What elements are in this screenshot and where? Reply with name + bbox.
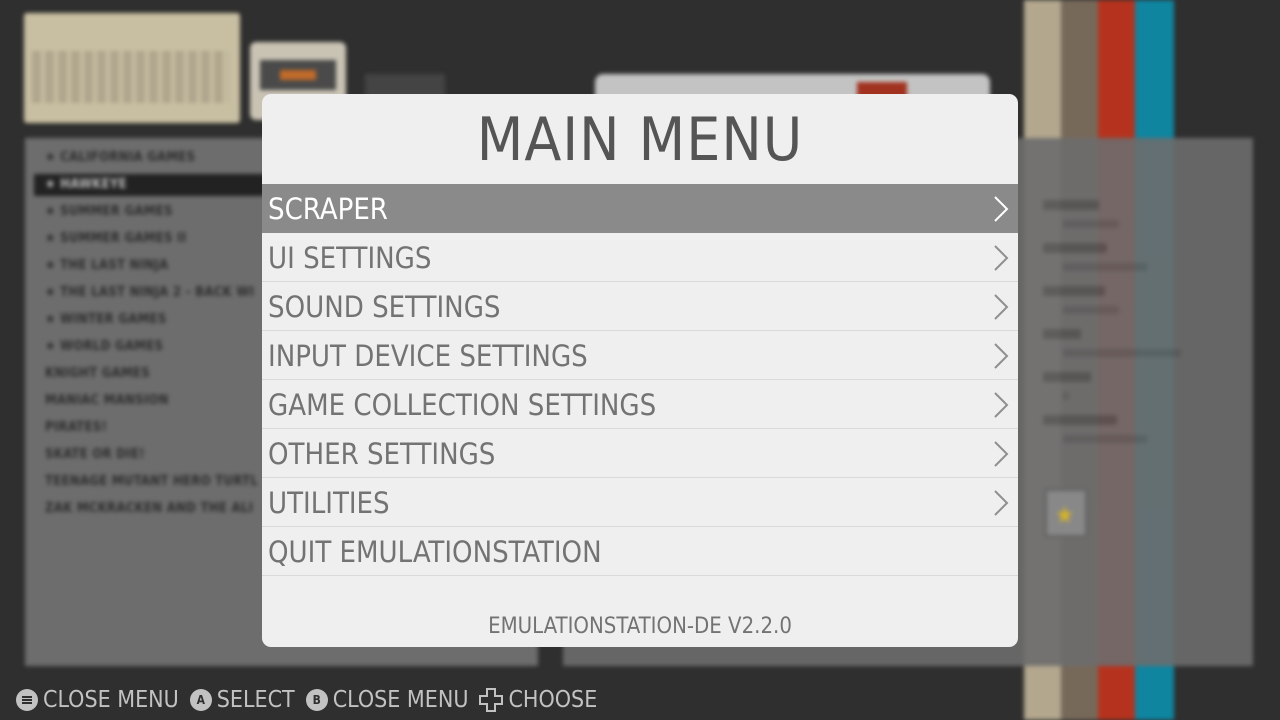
menu-title: MAIN MENU — [476, 105, 804, 175]
menu-item-sound-settings[interactable]: SOUND SETTINGS — [262, 282, 1018, 331]
gamelist-item: ★ WORLD GAMES — [45, 339, 164, 354]
gamelist-item: SKATE OR DIE! — [45, 447, 145, 462]
menu-item-label: UI SETTINGS — [268, 241, 432, 275]
menu-item-game-collection-settings[interactable]: GAME COLLECTION SETTINGS — [262, 380, 1018, 429]
chevron-right-icon — [994, 196, 1009, 222]
menu-item-label: INPUT DEVICE SETTINGS — [268, 339, 588, 373]
chevron-right-icon — [994, 392, 1009, 418]
menu-item-other-settings[interactable]: OTHER SETTINGS — [262, 429, 1018, 478]
chevron-right-icon — [994, 294, 1009, 320]
help-back: B CLOSE MENU — [305, 687, 469, 713]
gamelist-item: ★ CALIFORNIA GAMES — [45, 150, 196, 165]
help-label: CLOSE MENU — [332, 687, 469, 713]
help-close-menu: CLOSE MENU — [16, 687, 179, 713]
menu-item-label: SCRAPER — [268, 192, 388, 226]
gamelist-item: PIRATES! — [45, 420, 108, 435]
gamelist-item: ★ HAWKEYE — [34, 174, 294, 196]
menu-item-label: UTILITIES — [268, 486, 390, 520]
gamelist-item: MANIAC MANSION — [45, 393, 169, 408]
menu-item-label: SOUND SETTINGS — [268, 290, 501, 324]
a-button-icon: A — [189, 689, 212, 711]
menu-item-scraper[interactable]: SCRAPER — [262, 184, 1018, 233]
chevron-right-icon — [994, 343, 1009, 369]
menu-item-label: GAME COLLECTION SETTINGS — [268, 388, 657, 422]
gamelist-item: ★ SUMMER GAMES II — [45, 231, 187, 246]
help-label: SELECT — [216, 687, 295, 713]
gamelist-item: ★ SUMMER GAMES — [45, 204, 173, 219]
gamelist-item: ZAK MCKRACKEN AND THE ALI — [45, 501, 254, 516]
help-bar: CLOSE MENU A SELECT B CLOSE MENU CHOOSE — [16, 684, 608, 716]
gamelist-item: TEENAGE MUTANT HERO TURTL — [45, 474, 259, 489]
gamelist-item: ★ THE LAST NINJA 2 - BACK WI — [45, 285, 255, 300]
menu-item-label: OTHER SETTINGS — [268, 437, 496, 471]
help-label: CHOOSE — [508, 687, 598, 713]
menu-button-icon — [16, 689, 38, 711]
b-button-icon: B — [305, 689, 328, 711]
chevron-right-icon — [994, 490, 1009, 516]
dpad-icon — [479, 688, 504, 712]
menu-item-quit-emulationstation[interactable]: QUIT EMULATIONSTATION — [262, 527, 1018, 576]
c64-computer-image — [24, 13, 240, 123]
main-menu-dialog: MAIN MENU SCRAPER UI SETTINGS SOUND SETTIN… — [262, 94, 1018, 647]
version-label: EMULATIONSTATION-DE V2.2.0 — [488, 614, 792, 639]
menu-item-utilities[interactable]: UTILITIES — [262, 478, 1018, 527]
chevron-right-icon — [994, 441, 1009, 467]
menu-item-label: QUIT EMULATIONSTATION — [268, 535, 602, 569]
help-select: A SELECT — [189, 687, 295, 713]
menu-item-input-device-settings[interactable]: INPUT DEVICE SETTINGS — [262, 331, 1018, 380]
gamelist-item: ★ WINTER GAMES — [45, 312, 167, 327]
favorite-badge: ★ — [1044, 488, 1088, 538]
chevron-right-icon — [994, 245, 1009, 271]
gamelist-item: KNIGHT GAMES — [45, 366, 150, 381]
help-label: CLOSE MENU — [43, 687, 179, 713]
gamelist-item: ★ THE LAST NINJA — [45, 258, 169, 273]
menu-item-ui-settings[interactable]: UI SETTINGS — [262, 233, 1018, 282]
help-choose: CHOOSE — [479, 687, 597, 713]
